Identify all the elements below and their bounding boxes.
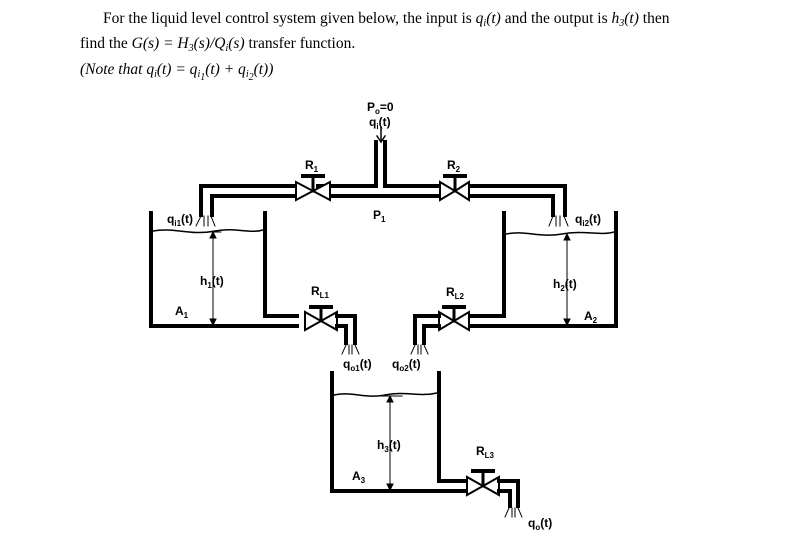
outlet-pipe-rl3 xyxy=(497,479,520,508)
spray-tank1-icon xyxy=(195,215,216,227)
spray-tank2-icon xyxy=(548,215,569,227)
label-qi2: qi2(t) xyxy=(575,212,601,228)
spray-qo2-icon xyxy=(410,344,429,355)
label-qi: qi(t) xyxy=(369,115,391,131)
label-a1: A1 xyxy=(175,304,189,320)
label-qo1: qo1(t) xyxy=(343,357,372,373)
valve-r2 xyxy=(439,174,470,202)
label-rl3: RL3 xyxy=(476,444,495,460)
valve-rl2 xyxy=(438,305,470,332)
valve-r1 xyxy=(295,174,331,202)
label-qi1: qi1(t) xyxy=(167,212,193,228)
label-r2: R2 xyxy=(447,158,461,174)
valve-rl1 xyxy=(304,305,338,332)
label-a2: A2 xyxy=(584,309,598,325)
label-rl2: RL2 xyxy=(446,285,465,301)
label-a3: A3 xyxy=(352,469,366,485)
outlet-pipe-rl1 xyxy=(335,314,357,345)
water-surface-2 xyxy=(505,231,615,236)
label-h3: h3(t) xyxy=(377,438,401,454)
liquid-level-diagram: Po=0 qi(t) P1 R1 R2 RL1 RL2 RL3 qi1(t) h… xyxy=(149,100,618,532)
spray-qo-icon xyxy=(504,507,523,518)
label-rl1: RL1 xyxy=(311,284,330,300)
label-qo: qo(t) xyxy=(528,516,552,532)
tank-2 xyxy=(467,211,618,328)
spray-qo1-icon xyxy=(341,344,360,355)
pipe-to-tank2 xyxy=(466,184,567,217)
label-p0: Po=0 xyxy=(367,100,394,116)
label-r1: R1 xyxy=(305,158,319,174)
pipe-to-tank1 xyxy=(199,184,298,217)
label-h2: h2(t) xyxy=(553,277,577,293)
outlet-pipe-rl2 xyxy=(413,314,441,345)
label-qo2: qo2(t) xyxy=(392,357,421,373)
input-pipe xyxy=(316,140,442,198)
label-h1: h1(t) xyxy=(200,274,224,290)
label-p1: P1 xyxy=(373,208,386,224)
valve-rl3 xyxy=(466,469,500,497)
tank-1 xyxy=(149,211,299,328)
